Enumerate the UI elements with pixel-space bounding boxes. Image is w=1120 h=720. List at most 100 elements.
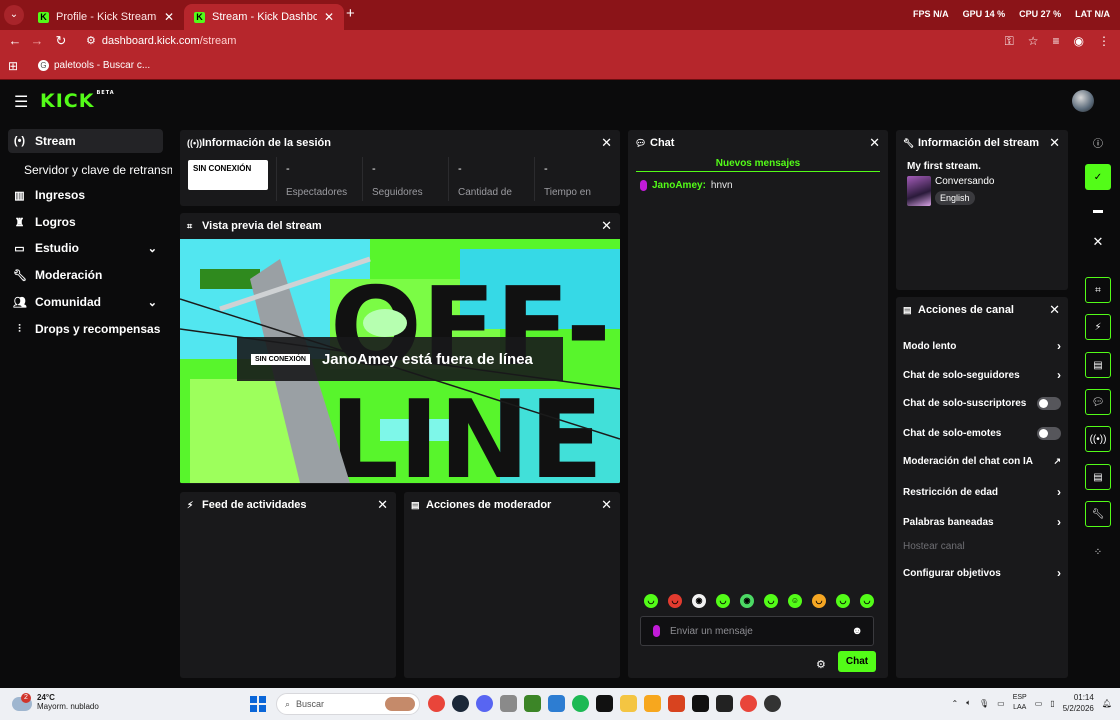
- password-key-icon[interactable]: ⚿: [1005, 34, 1014, 49]
- steam-icon[interactable]: [452, 695, 469, 712]
- hamburger-menu-icon[interactable]: ☰: [14, 92, 28, 112]
- close-icon[interactable]: ✕: [601, 135, 612, 151]
- bookmark-star-icon[interactable]: ☆: [1028, 34, 1039, 49]
- display-icon[interactable]: ▭: [1035, 699, 1043, 708]
- browser-tab-stream[interactable]: K Stream - Kick Dashboard ✕: [184, 4, 344, 30]
- subscribers-only-toggle[interactable]: [1037, 397, 1061, 410]
- wrench-widget-icon[interactable]: 🔧︎: [1085, 501, 1111, 527]
- new-tab-icon[interactable]: +: [346, 5, 355, 22]
- tiktok-icon[interactable]: [692, 695, 709, 712]
- volume-icon[interactable]: 🔈︎: [966, 698, 971, 708]
- epic-games-icon[interactable]: [596, 695, 613, 712]
- obs-icon[interactable]: [764, 695, 781, 712]
- document-widget-icon[interactable]: ▤: [1085, 352, 1111, 378]
- spotify-icon[interactable]: [572, 695, 589, 712]
- sidebar-item-drops[interactable]: ⫶ Drops y recompensas: [8, 317, 163, 341]
- signal-widget-icon[interactable]: ((•)): [1085, 426, 1111, 452]
- sidebar-item-comunidad[interactable]: 👥︎ Comunidad ⌄: [8, 290, 163, 314]
- emote-icon[interactable]: ◡: [764, 594, 778, 608]
- chat-send-button[interactable]: Chat: [838, 651, 876, 672]
- forward-icon[interactable]: →: [28, 33, 46, 48]
- close-icon[interactable]: ✕: [601, 218, 612, 234]
- kick-logo[interactable]: KICK BETA: [40, 90, 115, 112]
- emote-icon[interactable]: ◉: [740, 594, 754, 608]
- language-indicator[interactable]: ESP LAA: [1013, 693, 1027, 713]
- emote-icon[interactable]: ◡: [860, 594, 874, 608]
- sidebar-item-ingresos[interactable]: ▥ Ingresos: [8, 183, 163, 207]
- chat-settings-icon[interactable]: ⚙: [816, 658, 826, 671]
- action-ai-moderation[interactable]: Moderación del chat con IA ↗: [903, 456, 1061, 467]
- close-icon[interactable]: ✕: [869, 135, 880, 151]
- emote-icon[interactable]: ◡: [716, 594, 730, 608]
- close-tab-icon[interactable]: ✕: [164, 10, 174, 24]
- minecraft-icon[interactable]: [524, 695, 541, 712]
- close-icon[interactable]: ✕: [1049, 135, 1060, 151]
- action-configure-goals[interactable]: Configurar objetivos ›: [903, 566, 1061, 580]
- menu-dots-icon[interactable]: ⋮: [1098, 34, 1110, 49]
- sidebar-subitem-server-key[interactable]: Servidor y clave de retransmisión: [24, 163, 172, 177]
- info-icon[interactable]: ⓘ: [1085, 129, 1111, 155]
- microphone-icon[interactable]: 🎙︎: [979, 699, 989, 708]
- discord-icon[interactable]: [476, 695, 493, 712]
- weather-widget[interactable]: 2 24°C Mayorm. nublado: [12, 693, 99, 711]
- sidebar-item-logros[interactable]: ♜ Logros: [8, 210, 163, 234]
- check-widget-icon[interactable]: ✓: [1085, 164, 1111, 190]
- emote-icon[interactable]: ◡: [836, 594, 850, 608]
- browser-tab-profile[interactable]: K Profile - Kick Streaming ✕: [28, 4, 184, 30]
- stream-title[interactable]: My first stream.: [907, 161, 1068, 172]
- action-label: Restricción de edad: [903, 486, 999, 498]
- bell-icon[interactable]: 🔔︎: [1102, 699, 1112, 708]
- aimp-icon[interactable]: [644, 695, 661, 712]
- reload-icon[interactable]: ↻: [52, 33, 70, 49]
- capcut-icon[interactable]: [716, 695, 733, 712]
- taskbar-search[interactable]: ⌕ Buscar: [276, 693, 420, 715]
- close-icon[interactable]: ✕: [601, 497, 612, 513]
- clock[interactable]: 01:14 5/2/2026: [1063, 692, 1094, 714]
- channel-widget-icon[interactable]: ▤: [1085, 464, 1111, 490]
- close-icon[interactable]: ✕: [377, 497, 388, 513]
- action-slow-mode[interactable]: Modo lento ›: [903, 339, 1061, 353]
- sidebar-item-estudio[interactable]: ▭ Estudio ⌄: [8, 236, 163, 260]
- chat-username[interactable]: JanoAmey:: [652, 180, 706, 191]
- layout-icon[interactable]: ▬: [1085, 197, 1111, 223]
- folder-icon[interactable]: [620, 695, 637, 712]
- emote-icon[interactable]: ☺: [788, 594, 802, 608]
- chrome-icon[interactable]: [428, 695, 445, 712]
- emotes-only-toggle[interactable]: [1037, 427, 1061, 440]
- chevron-up-icon[interactable]: ⌃: [951, 699, 958, 708]
- apps-grid-icon[interactable]: ⊞: [8, 59, 18, 73]
- chat-input[interactable]: Enviar un mensaje ☻: [640, 616, 874, 646]
- battery-icon[interactable]: ▯: [1050, 699, 1054, 708]
- store-icon[interactable]: [548, 695, 565, 712]
- chat-widget-icon[interactable]: 💬︎: [1085, 389, 1111, 415]
- emote-icon[interactable]: ◡: [668, 594, 682, 608]
- lightning-widget-icon[interactable]: ⚡︎: [1085, 314, 1111, 340]
- sidebar-item-stream[interactable]: (•) Stream: [8, 129, 163, 153]
- media-controls-icon[interactable]: ≡: [1053, 34, 1060, 49]
- url-field[interactable]: ⚙ dashboard.kick.com/stream: [86, 34, 236, 48]
- action-followers-only[interactable]: Chat de solo-seguidores ›: [903, 368, 1061, 382]
- sidebar-item-moderacion[interactable]: 🔧︎ Moderación: [8, 263, 163, 287]
- close-icon[interactable]: ✕: [1049, 302, 1060, 318]
- chrome-active-icon[interactable]: [740, 695, 757, 712]
- close-rail-icon[interactable]: ✕: [1085, 229, 1111, 255]
- emote-icon[interactable]: ◡: [812, 594, 826, 608]
- emote-icon[interactable]: ◉: [692, 594, 706, 608]
- emote-icon[interactable]: ◡: [644, 594, 658, 608]
- tab-search-icon[interactable]: ⌄: [4, 5, 24, 25]
- tool-icon[interactable]: [500, 695, 517, 712]
- network-icon[interactable]: ▭: [997, 699, 1005, 708]
- user-avatar[interactable]: [1072, 90, 1094, 112]
- bookmark-paletools[interactable]: G paletools - Buscar c...: [38, 60, 150, 71]
- close-tab-icon[interactable]: ✕: [324, 10, 334, 24]
- site-info-icon[interactable]: ⚙: [86, 34, 96, 47]
- share-icon[interactable]: ⁘: [1085, 539, 1111, 565]
- windows-start-icon[interactable]: [250, 696, 266, 712]
- action-banned-words[interactable]: Palabras baneadas ›: [903, 515, 1061, 529]
- preview-widget-icon[interactable]: ⌗: [1085, 277, 1111, 303]
- action-age-restriction[interactable]: Restricción de edad ›: [903, 485, 1061, 499]
- back-icon[interactable]: ←: [6, 33, 24, 48]
- app-k-icon[interactable]: [668, 695, 685, 712]
- emoji-picker-icon[interactable]: ☻: [851, 625, 863, 637]
- profile-icon[interactable]: ◉: [1074, 34, 1084, 49]
